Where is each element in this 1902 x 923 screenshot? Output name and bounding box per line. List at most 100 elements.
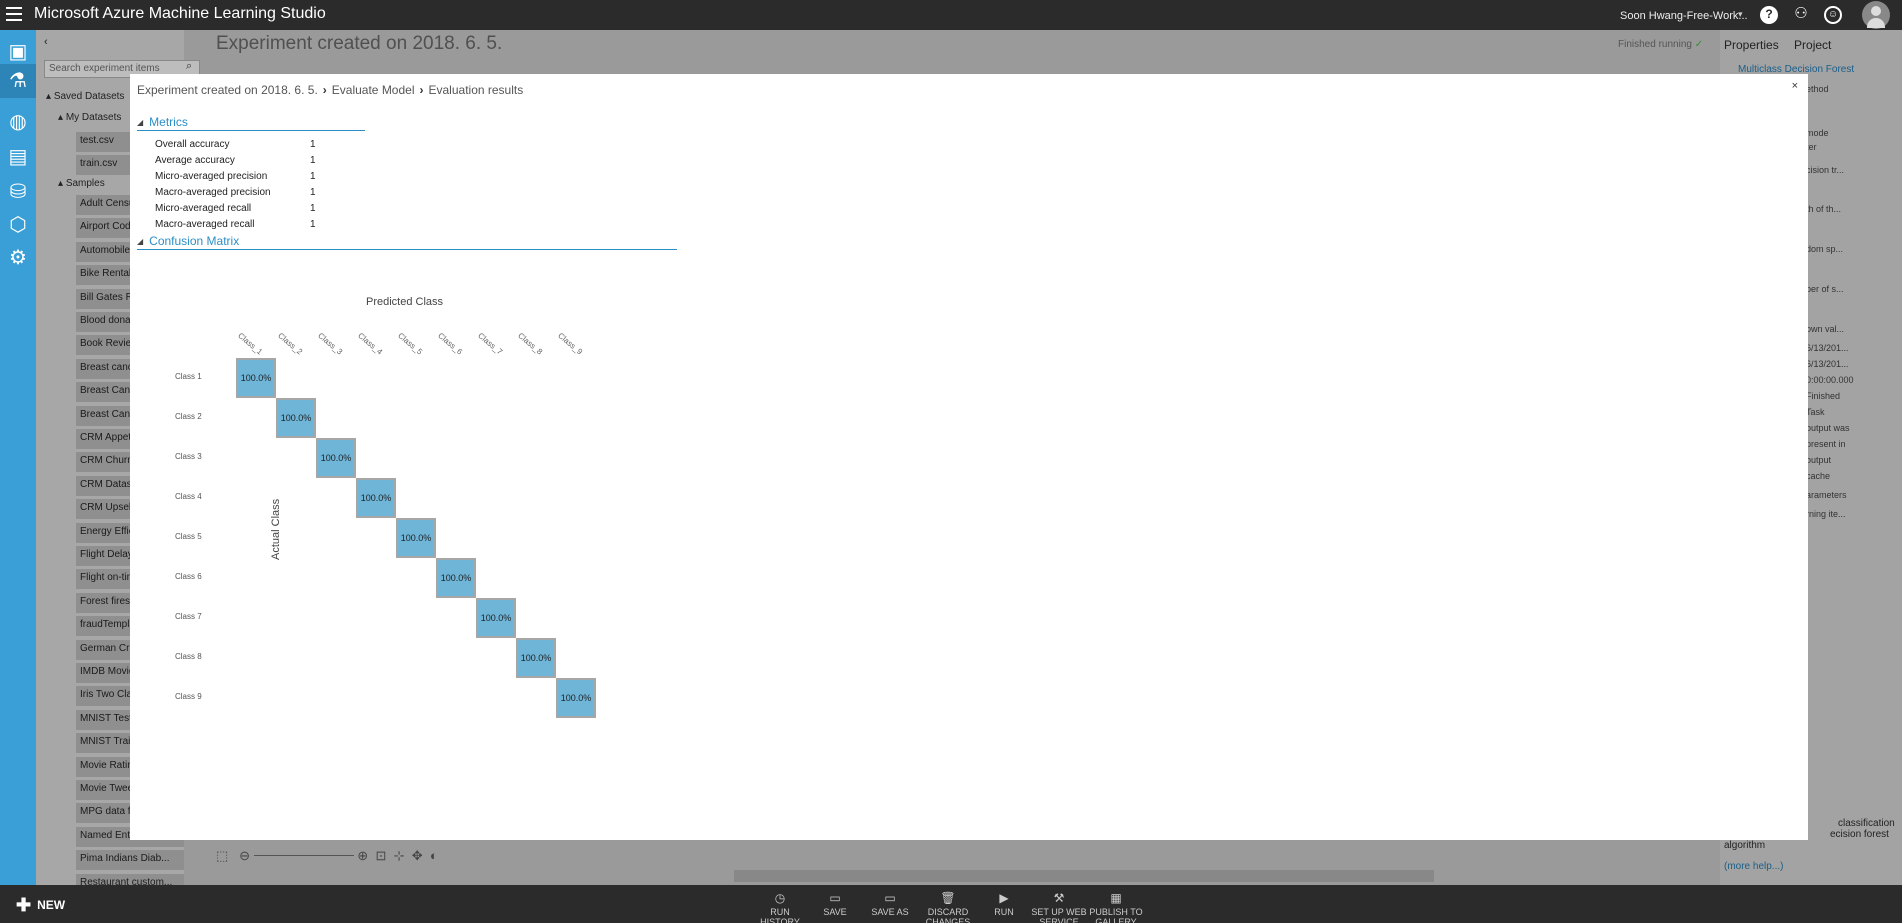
experiment-title[interactable]: Experiment created on 2018. 6. 5.	[216, 33, 502, 55]
column-label: Class_8	[516, 331, 545, 357]
row-label: Class 5	[175, 532, 202, 541]
set-up-web-service-button[interactable]: ⚒ SET UP WEB SERVICE	[1031, 891, 1087, 923]
tree-saved-datasets[interactable]: ▴ Saved Datasets	[46, 91, 124, 102]
confusion-cell: 100.0%	[556, 678, 596, 718]
app-title: Microsoft Azure Machine Learning Studio	[34, 5, 326, 22]
row-label: Class 6	[175, 572, 202, 581]
help-icon[interactable]: ?	[1760, 6, 1778, 24]
save-button[interactable]: ▭ SAVE	[807, 891, 863, 917]
property-fragment: 6/13/201...	[1806, 343, 1849, 353]
breadcrumb-experiment[interactable]: Experiment created on 2018. 6. 5.	[137, 83, 318, 97]
button-label: RUN	[994, 907, 1014, 917]
row-label: Class 8	[175, 652, 202, 661]
save-icon: ▭	[829, 891, 841, 905]
history-icon: ◷	[774, 891, 786, 905]
tab-properties[interactable]: Properties	[1724, 38, 1779, 52]
metrics-divider	[137, 130, 365, 131]
chevron-right-icon: ›	[322, 83, 327, 97]
actual-class-axis-label: Actual Class	[270, 498, 282, 560]
collapse-palette-icon[interactable]: ‹	[44, 36, 48, 48]
metric-name: Macro-averaged precision	[155, 187, 271, 198]
property-fragment: present in	[1806, 439, 1846, 449]
chevron-down-icon[interactable]: ▾	[1738, 9, 1743, 20]
button-label: SAVE AS	[871, 907, 909, 917]
metric-value: 1	[310, 187, 316, 198]
property-fragment: output	[1806, 455, 1832, 465]
tree-samples[interactable]: ▴ Samples	[58, 178, 105, 189]
property-fragment: rning ite...	[1806, 509, 1846, 519]
horizontal-scrollbar[interactable]	[734, 870, 1434, 882]
actual-size-icon[interactable]: ⊡	[375, 848, 386, 863]
metrics-section-header[interactable]: ◢ Metrics	[137, 115, 188, 129]
datasets-icon[interactable]: ⛁	[6, 180, 30, 204]
settings-gear-icon[interactable]: ⚙	[6, 246, 30, 270]
new-button[interactable]: ✚ NEW	[16, 895, 65, 916]
property-fragment: output was	[1806, 423, 1850, 433]
metric-row: Micro-averaged precision 1	[155, 171, 355, 185]
column-label: Class_7	[476, 331, 505, 357]
row-label: Class 3	[175, 452, 202, 461]
row-label: Class 4	[175, 492, 202, 501]
property-fragment: 6/13/201...	[1806, 359, 1849, 369]
trained-models-icon[interactable]: ⬡	[6, 213, 30, 237]
metric-name: Overall accuracy	[155, 139, 230, 150]
pan-icon[interactable]: ✥	[412, 848, 423, 863]
check-icon: ✓	[1694, 39, 1704, 50]
metric-value: 1	[310, 203, 316, 214]
user-name[interactable]: Soon Hwang-Free-Work...	[1620, 10, 1748, 22]
property-fragment: 0:00:00.000	[1806, 375, 1854, 385]
fit-to-screen-icon[interactable]: ⊹	[394, 848, 405, 863]
menu-icon[interactable]	[6, 7, 22, 21]
button-label: RUN HISTORY	[760, 907, 800, 923]
zoom-out-icon[interactable]: ⊖	[239, 848, 250, 863]
top-bar: Microsoft Azure Machine Learning Studio …	[0, 0, 1902, 30]
collapse-triangle-icon: ◢	[137, 237, 144, 246]
trash-icon: 🗑	[940, 891, 956, 905]
projects-icon[interactable]: ▣	[6, 40, 30, 64]
zoom-in-icon[interactable]: ⊕	[357, 848, 368, 863]
confusion-matrix-section-header[interactable]: ◢ Confusion Matrix	[137, 234, 239, 248]
experiments-icon[interactable]: ⚗	[0, 64, 36, 98]
confusion-cell: 100.0%	[356, 478, 396, 518]
breadcrumb-module[interactable]: Evaluate Model	[332, 83, 415, 97]
row-label: Class 1	[175, 372, 202, 381]
run-history-button[interactable]: ◷ RUN HISTORY	[752, 891, 808, 923]
row-label: Class 7	[175, 612, 202, 621]
web-services-icon[interactable]: ◍	[6, 110, 30, 134]
zoom-slider[interactable]	[253, 855, 354, 856]
property-fragment: cache	[1806, 471, 1831, 481]
smiley-icon[interactable]: ☺	[1824, 6, 1842, 24]
row-label: Class 2	[175, 412, 202, 421]
column-label: Class_9	[556, 331, 585, 357]
people-icon[interactable]: ⚇	[1792, 6, 1810, 24]
publish-to-gallery-button[interactable]: ▦ PUBLISH TO GALLERY	[1088, 891, 1144, 923]
confusion-cell: 100.0%	[516, 638, 556, 678]
avatar[interactable]	[1862, 1, 1890, 29]
sample-dataset-item[interactable]: Pima Indians Diab...	[76, 850, 184, 871]
minimap-toggle[interactable]: ◐	[430, 848, 438, 863]
metric-value: 1	[310, 171, 316, 182]
metric-name: Macro-averaged recall	[155, 219, 255, 230]
discard-changes-button[interactable]: 🗑 DISCARD CHANGES	[920, 891, 976, 923]
confusion-cell: 100.0%	[236, 358, 276, 398]
tab-project[interactable]: Project	[1794, 38, 1831, 52]
evaluation-results-dialog: × Experiment created on 2018. 6. 5. › Eval…	[130, 74, 1808, 840]
notebooks-icon[interactable]: ▤	[6, 145, 30, 169]
property-fragment: ethod	[1806, 84, 1829, 94]
breadcrumb: Experiment created on 2018. 6. 5. › Evalua…	[137, 83, 523, 97]
column-label: Class_6	[436, 331, 465, 357]
fit-icon[interactable]: ⬚	[216, 848, 228, 863]
button-label: PUBLISH TO GALLERY	[1089, 907, 1143, 923]
bottom-command-bar: ✚ NEW ◷ RUN HISTORY ▭ SAVE ▭ SAVE AS 🗑 DISCARD C…	[0, 885, 1902, 923]
save-as-button[interactable]: ▭ SAVE AS	[862, 891, 918, 917]
run-button[interactable]: ▶ RUN	[976, 891, 1032, 917]
button-label: SAVE	[823, 907, 847, 917]
gallery-icon: ▦	[1110, 891, 1122, 905]
property-fragment: Finished	[1806, 391, 1841, 401]
more-help-link[interactable]: (more help...)	[1724, 861, 1783, 872]
close-icon[interactable]: ×	[1792, 80, 1798, 92]
metric-row: Macro-averaged recall 1	[155, 219, 355, 233]
property-fragment: cision tr...	[1806, 165, 1845, 175]
search-icon[interactable]: ⌕	[186, 60, 192, 73]
tree-my-datasets[interactable]: ▴ My Datasets	[58, 112, 121, 123]
